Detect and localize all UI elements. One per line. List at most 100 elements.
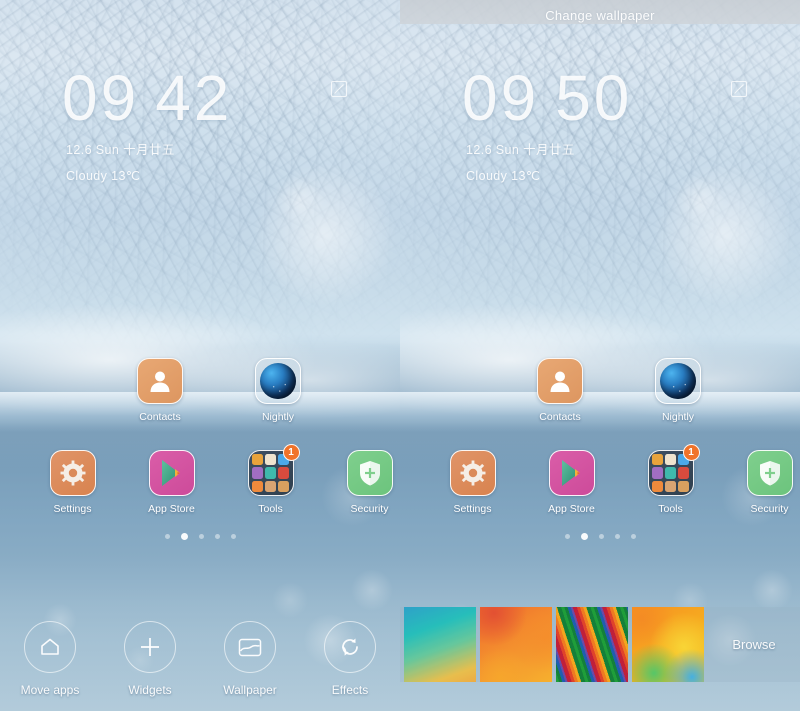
folder-mini-icon [251, 467, 263, 479]
page-dot[interactable] [214, 534, 220, 539]
play-icon[interactable] [548, 450, 595, 496]
plus-icon[interactable] [124, 621, 176, 673]
wallpaper-thumbnail-3[interactable] [556, 607, 628, 682]
folder-mini-icon [264, 454, 277, 466]
gear-glyph [60, 460, 85, 486]
shield-plus-glyph [759, 461, 780, 486]
contacts-icon[interactable] [137, 358, 183, 404]
folder-mini-icon [678, 467, 690, 479]
app-app-store[interactable]: App Store [141, 450, 202, 515]
toolbar-label: Wallpaper [223, 683, 277, 697]
image-icon[interactable] [224, 621, 276, 673]
app-security[interactable]: Security [339, 450, 400, 515]
compose-edit-icon[interactable] [730, 80, 748, 98]
compose-edit-icon[interactable] [330, 80, 348, 98]
dual-screenshot-comparison: 0942 12.6 Sun 十月廿五 Cloudy 13℃ Contacts [0, 0, 800, 711]
clock-minutes: 42 [155, 62, 233, 134]
app-label: Security [350, 503, 389, 515]
app-settings[interactable]: Settings [42, 450, 103, 515]
page-dot[interactable] [564, 534, 570, 539]
clock-weather: Cloudy 13℃ [66, 169, 141, 183]
clock-weather: Cloudy 13℃ [466, 169, 541, 183]
refresh-glyph [342, 638, 358, 656]
app-contacts[interactable]: Contacts [520, 358, 600, 423]
page-indicator[interactable] [0, 533, 400, 540]
gear-icon[interactable] [449, 450, 496, 496]
clock-time: 09 42 [0, 66, 400, 130]
globe-sphere [260, 363, 296, 399]
folder-mini-icon [651, 480, 663, 492]
page-indicator[interactable] [400, 533, 800, 540]
app-label: App Store [548, 503, 595, 515]
home-screen-panel-right: Change wallpaper 09 50 12.6 Sun 十月廿五 Clou… [400, 0, 800, 711]
toolbar-label: Widgets [128, 683, 172, 697]
wallpaper-thumbnail-2[interactable] [480, 607, 552, 682]
folder-mini-icon [678, 480, 690, 492]
app-label: App Store [148, 503, 195, 515]
app-row-bottom: Settings App Store 1 Tools Security [400, 444, 800, 515]
home-edit-toolbar: Move apps Widgets Wallpaper Effects [0, 621, 400, 697]
app-label: Settings [53, 503, 92, 515]
clock-date: 12.6 Sun 十月廿五 [66, 143, 175, 157]
app-security[interactable]: Security [739, 450, 800, 515]
sun-glow [255, 165, 395, 305]
plus-glyph [141, 638, 159, 656]
globe-icon[interactable] [255, 358, 301, 404]
page-dot[interactable] [598, 534, 604, 539]
browse-button[interactable]: Browse [708, 637, 800, 652]
shield-icon[interactable] [346, 450, 393, 496]
person-glyph [150, 371, 170, 392]
folder-mini-icon [251, 454, 263, 466]
app-label: Tools [258, 503, 283, 515]
clock-hours: 09 [462, 62, 540, 134]
app-nightly[interactable]: Nightly [638, 358, 718, 423]
app-app-store[interactable]: App Store [541, 450, 602, 515]
folder-icon[interactable]: 1 [247, 444, 300, 496]
page-dot[interactable] [198, 534, 204, 539]
app-label: Settings [453, 503, 492, 515]
wallpaper-picker: Browse [400, 607, 800, 682]
folder-mini-icon [278, 467, 290, 479]
wallpaper-thumbnail-1[interactable] [404, 607, 476, 682]
app-label: Contacts [539, 411, 581, 423]
gear-icon[interactable] [49, 450, 96, 496]
home-screen-panel-left: 0942 12.6 Sun 十月廿五 Cloudy 13℃ Contacts [0, 0, 400, 711]
app-tools-folder[interactable]: 1 Tools [640, 444, 701, 515]
toolbar-item-effects[interactable]: Effects [304, 621, 396, 697]
app-tools-folder[interactable]: 1 Tools [240, 444, 301, 515]
page-dot[interactable] [630, 534, 636, 539]
app-label: Tools [658, 503, 683, 515]
toolbar-label: Effects [331, 683, 369, 697]
toolbar-item-wallpaper[interactable]: Wallpaper [204, 621, 296, 697]
play-icon[interactable] [148, 450, 195, 496]
app-label: Nightly [661, 411, 695, 423]
toolbar-item-widgets[interactable]: Widgets [104, 621, 196, 697]
app-settings[interactable]: Settings [442, 450, 503, 515]
app-contacts[interactable]: Contacts [120, 358, 200, 423]
toolbar-item-move-apps[interactable]: Move apps [4, 621, 96, 697]
clock-hours: 09 [62, 62, 140, 134]
globe-sphere [660, 363, 696, 399]
folder-mini-icon [651, 454, 663, 466]
app-nightly[interactable]: Nightly [238, 358, 318, 423]
shield-icon[interactable] [746, 450, 793, 496]
folder-mini-icon [664, 467, 677, 479]
page-dot-active[interactable] [180, 533, 188, 540]
refresh-icon[interactable] [324, 621, 376, 673]
globe-icon[interactable] [655, 358, 701, 404]
folder-mini-icon [264, 480, 277, 492]
contacts-icon[interactable] [537, 358, 583, 404]
folder-mini-icon [278, 480, 290, 492]
page-dot[interactable] [164, 534, 170, 539]
page-dot-active[interactable] [580, 533, 588, 540]
folder-mini-grid [651, 454, 690, 492]
wallpaper-thumbnail-4[interactable] [632, 607, 704, 682]
folder-icon[interactable]: 1 [647, 444, 700, 496]
page-dot[interactable] [230, 534, 236, 539]
gear-glyph [460, 460, 485, 486]
home-icon[interactable] [24, 621, 76, 673]
folder-mini-icon [664, 454, 677, 466]
shield-plus-glyph [359, 461, 380, 486]
page-dot[interactable] [614, 534, 620, 539]
page-title: Change wallpaper [545, 8, 655, 23]
